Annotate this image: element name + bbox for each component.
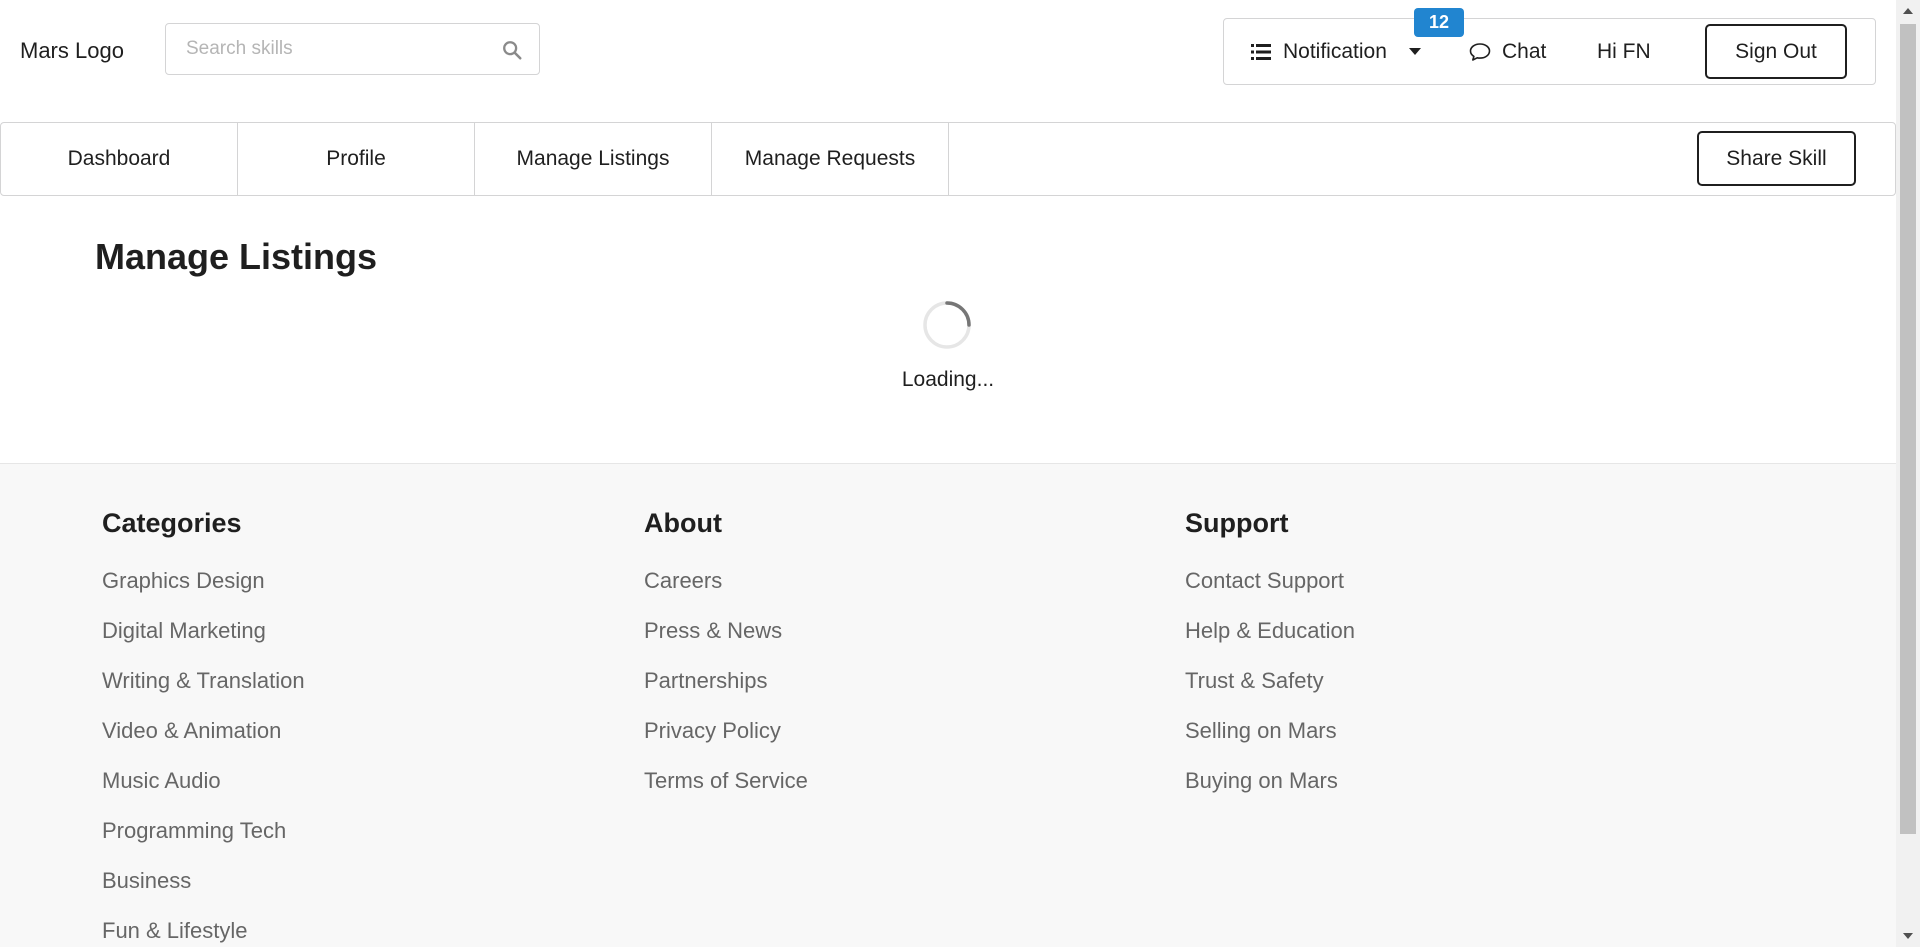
caret-down-icon — [1408, 47, 1421, 55]
footer: Categories Graphics Design Digital Marke… — [0, 463, 1896, 947]
tab-manage-listings[interactable]: Manage Listings — [475, 123, 712, 195]
tab-nav: Dashboard Profile Manage Listings Manage… — [0, 122, 1896, 196]
loading-text: Loading... — [901, 368, 995, 391]
notification-label: Notification — [1283, 39, 1387, 63]
footer-heading: Categories — [102, 508, 242, 538]
footer-links: Graphics Design Digital Marketing Writin… — [102, 566, 305, 947]
footer-link[interactable]: Contact Support — [1185, 566, 1355, 616]
footer-link[interactable]: Buying on Mars — [1185, 766, 1355, 816]
vertical-scrollbar[interactable] — [1896, 0, 1920, 947]
tab-manage-requests[interactable]: Manage Requests — [712, 123, 949, 195]
footer-link[interactable]: Partnerships — [644, 666, 808, 716]
footer-link[interactable]: Writing & Translation — [102, 666, 305, 716]
tab-dashboard[interactable]: Dashboard — [1, 123, 238, 195]
footer-link[interactable]: Graphics Design — [102, 566, 305, 616]
footer-link[interactable]: Help & Education — [1185, 616, 1355, 666]
footer-link[interactable]: Business — [102, 866, 305, 916]
notification-count-badge: 12 — [1414, 8, 1464, 37]
chat-link[interactable]: Chat — [1469, 19, 1546, 84]
footer-links: Careers Press & News Partnerships Privac… — [644, 566, 808, 816]
list-icon — [1251, 43, 1271, 60]
scrollbar-thumb[interactable] — [1900, 24, 1916, 834]
footer-links: Contact Support Help & Education Trust &… — [1185, 566, 1355, 816]
logo[interactable]: Mars Logo — [20, 38, 124, 64]
notification-dropdown[interactable]: Notification — [1251, 19, 1421, 84]
footer-link[interactable]: Privacy Policy — [644, 716, 808, 766]
scroll-up-arrow-icon[interactable] — [1896, 0, 1920, 22]
footer-column-about: About Careers Press & News Partnerships … — [644, 503, 808, 816]
footer-link[interactable]: Fun & Lifestyle — [102, 916, 305, 947]
footer-heading: About — [644, 508, 722, 538]
footer-link[interactable]: Careers — [644, 566, 808, 616]
chat-bubble-icon — [1469, 42, 1491, 61]
chat-label: Chat — [1502, 39, 1547, 63]
footer-column-support: Support Contact Support Help & Education… — [1185, 503, 1355, 816]
page-title: Manage Listings — [95, 236, 378, 277]
footer-column-categories: Categories Graphics Design Digital Marke… — [102, 503, 305, 947]
sign-out-button[interactable]: Sign Out — [1705, 24, 1847, 79]
search-input[interactable] — [166, 24, 496, 74]
share-skill-button[interactable]: Share Skill — [1697, 131, 1856, 186]
footer-link[interactable]: Digital Marketing — [102, 616, 305, 666]
footer-link[interactable]: Press & News — [644, 616, 808, 666]
footer-link[interactable]: Music Audio — [102, 766, 305, 816]
top-header: Mars Logo Notification 12 — [0, 0, 1896, 100]
spinner-icon — [923, 301, 971, 349]
footer-link[interactable]: Trust & Safety — [1185, 666, 1355, 716]
search-box — [165, 23, 540, 75]
search-icon[interactable] — [501, 39, 523, 61]
footer-link[interactable]: Terms of Service — [644, 766, 808, 816]
user-greeting[interactable]: Hi FN — [1597, 19, 1651, 84]
footer-heading: Support — [1185, 508, 1289, 538]
user-menu: Notification 12 Chat Hi FN Sign Out — [1223, 8, 1876, 85]
footer-link[interactable]: Video & Animation — [102, 716, 305, 766]
footer-link[interactable]: Selling on Mars — [1185, 716, 1355, 766]
scroll-down-arrow-icon[interactable] — [1896, 925, 1920, 947]
tab-profile[interactable]: Profile — [238, 123, 475, 195]
footer-link[interactable]: Programming Tech — [102, 816, 305, 866]
